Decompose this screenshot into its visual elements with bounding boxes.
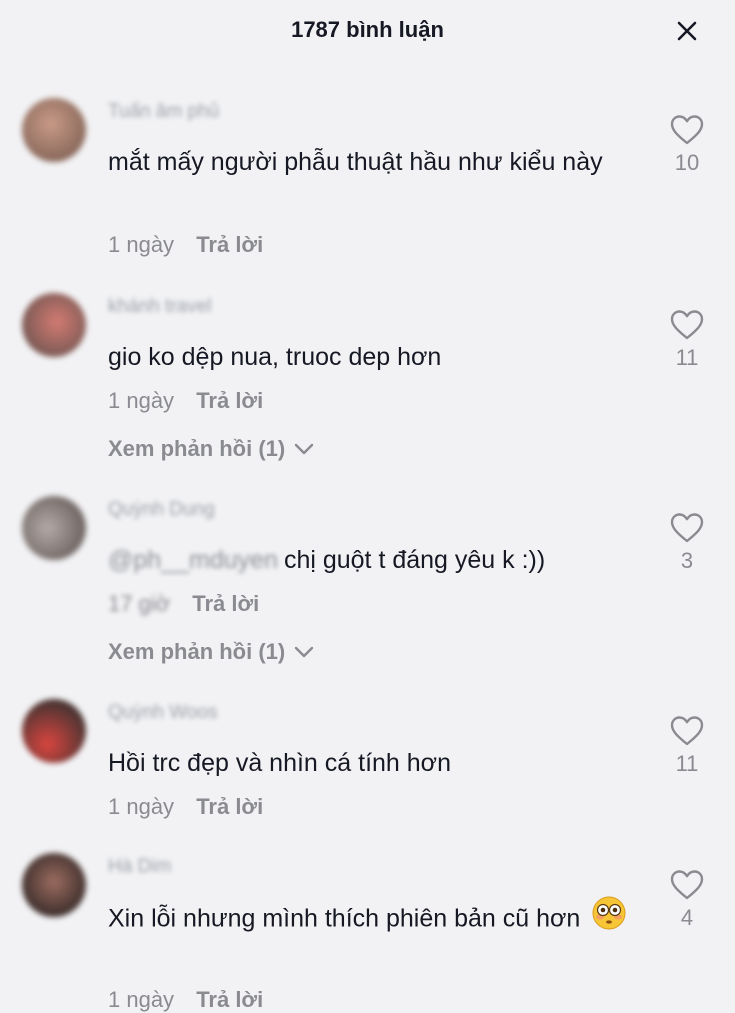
comment-meta: 1 ngày Trả lời: [108, 232, 263, 258]
comment-time: 1 ngày: [108, 232, 175, 257]
reply-button[interactable]: Trả lời: [192, 591, 259, 616]
like-count: 3: [680, 548, 694, 573]
comment-username[interactable]: Hà Dim: [108, 856, 171, 878]
heart-icon: [670, 870, 704, 900]
reply-button[interactable]: Trả lời: [196, 794, 263, 819]
comment-username[interactable]: khánh travel: [108, 296, 212, 318]
view-replies-label: Xem phản hồi (1): [108, 436, 286, 461]
like-group: 11: [662, 713, 712, 777]
like-count: 11: [675, 751, 699, 776]
heart-icon: [670, 115, 704, 145]
comment-meta: 17 giờ Trả lời: [108, 591, 259, 617]
comment-time: 1 ngày: [108, 794, 175, 819]
avatar[interactable]: [22, 98, 86, 162]
like-button[interactable]: [662, 713, 712, 749]
close-icon: [677, 21, 697, 41]
comment-meta: 1 ngày Trả lời: [108, 987, 263, 1013]
heart-icon: [670, 716, 704, 746]
chevron-down-icon: [295, 443, 314, 455]
comment-time: 1 ngày: [108, 388, 175, 413]
comment-username[interactable]: Quỳnh Dung: [108, 499, 215, 521]
like-button[interactable]: [662, 307, 712, 343]
comment-username[interactable]: Quỳnh Woos: [108, 702, 217, 724]
comment-text: Xin lỗi nhưng mình thích phiên bản cũ hơ…: [108, 895, 643, 945]
like-group: 10: [662, 112, 712, 176]
avatar[interactable]: [22, 496, 86, 560]
view-replies-label: Xem phản hồi (1): [108, 639, 286, 664]
comment-meta: 1 ngày Trả lời: [108, 794, 263, 820]
comment-text: Hồi trc đẹp và nhìn cá tính hơn: [108, 749, 451, 777]
heart-icon: [670, 310, 704, 340]
comment-meta: 1 ngày Trả lời: [108, 388, 263, 414]
avatar[interactable]: [22, 699, 86, 763]
like-group: 11: [662, 307, 712, 371]
comment-mention[interactable]: @ph__mduyen: [108, 538, 278, 582]
comment-text: @ph__mduyen chị guột t đáng yêu k :)): [108, 538, 643, 582]
avatar[interactable]: [22, 853, 86, 917]
comment-text: mắt mấy người phẫu thuật hầu như kiểu nà…: [108, 148, 603, 176]
like-count: 11: [675, 345, 699, 370]
flushed-face-icon: [591, 895, 627, 945]
comment-count-title: 1787 bình luận: [291, 17, 444, 42]
comment-username[interactable]: Tuấn âm phủ: [108, 101, 219, 123]
heart-icon: [670, 513, 704, 543]
comment-body: chị guột t đáng yêu k :)): [283, 546, 546, 574]
close-button[interactable]: [670, 14, 704, 48]
view-replies-button[interactable]: Xem phản hồi (1): [108, 436, 315, 462]
reply-button[interactable]: Trả lời: [196, 232, 263, 257]
comment-time: 17 giờ: [108, 591, 171, 616]
avatar[interactable]: [22, 293, 86, 357]
view-replies-button[interactable]: Xem phản hồi (1): [108, 639, 315, 665]
like-count: 10: [674, 150, 700, 175]
reply-button[interactable]: Trả lời: [196, 388, 263, 413]
like-count: 4: [680, 905, 694, 930]
like-group: 4: [662, 867, 712, 931]
like-button[interactable]: [662, 867, 712, 903]
comment-text: gio ko dệp nua, truoc dep hơn: [108, 343, 442, 371]
chevron-down-icon: [295, 646, 314, 658]
comments-header: 1787 bình luận: [0, 0, 735, 62]
like-group: 3: [662, 510, 712, 574]
like-button[interactable]: [662, 112, 712, 148]
comment-body: Xin lỗi nhưng mình thích phiên bản cũ hơ…: [108, 904, 581, 933]
like-button[interactable]: [662, 510, 712, 546]
